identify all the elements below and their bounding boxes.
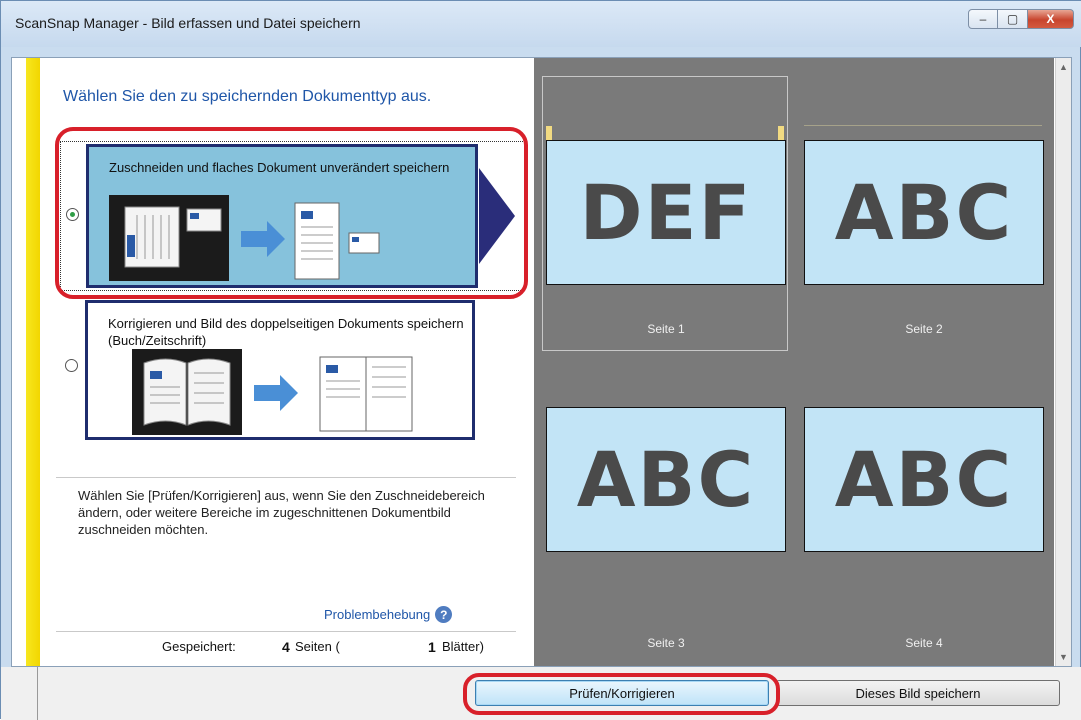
button-bar-separator (37, 667, 38, 720)
preview-pane: DEF Seite 1 ABC Seite 2 ABC Seite 3 ABC … (534, 58, 1054, 666)
window-title: ScanSnap Manager - Bild erfassen und Dat… (15, 15, 361, 31)
saved-pages-text: Seiten ( (295, 639, 340, 654)
thumbnail-page-4[interactable]: ABC (804, 407, 1044, 552)
option-book-document[interactable]: Korrigieren und Bild des doppelseitigen … (85, 300, 475, 440)
thumbnail-page-2[interactable]: ABC (804, 140, 1044, 285)
preview-scrollbar[interactable]: ▲ ▼ (1055, 58, 1071, 666)
highlight-frame-button (463, 673, 780, 715)
thumbnail-page-3[interactable]: ABC (546, 407, 786, 552)
divider-bottom (56, 631, 516, 632)
divider-top (56, 477, 516, 478)
saved-pages-count: 4 (282, 639, 290, 655)
minimize-button[interactable]: – (968, 9, 998, 29)
accent-bar (26, 58, 40, 666)
save-image-button[interactable]: Dieses Bild speichern (776, 680, 1060, 706)
help-icon: ? (435, 606, 453, 623)
scansnap-window: ScanSnap Manager - Bild erfassen und Dat… (0, 0, 1081, 720)
crop-marker-right (778, 126, 784, 140)
thumbnail-label-2: Seite 2 (905, 322, 943, 336)
maximize-button[interactable]: ▢ (998, 9, 1028, 29)
document-type-heading: Wählen Sie den zu speichernden Dokumentt… (63, 88, 432, 105)
document-type-pane: Wählen Sie den zu speichernden Dokumentt… (12, 58, 532, 666)
title-bar: ScanSnap Manager - Bild erfassen und Dat… (1, 1, 1081, 47)
saved-label: Gespeichert: (162, 639, 236, 654)
thumbnail-label-4: Seite 4 (905, 636, 943, 650)
thumbnail-page-1[interactable]: DEF (546, 140, 786, 285)
thumbnail-label-1: Seite 1 (647, 322, 685, 336)
option-book-document-label: Korrigieren und Bild des doppelseitigen … (108, 316, 464, 348)
saved-summary: Gespeichert: 4 Seiten ( 1 Blätter) (162, 639, 502, 659)
book-document-illustration (132, 349, 413, 435)
close-button[interactable]: X (1028, 9, 1074, 29)
highlight-frame-option (55, 127, 528, 299)
info-text: Wählen Sie [Prüfen/Korrigieren] aus, wen… (78, 488, 485, 537)
saved-sheets-text: Blätter) (442, 639, 484, 654)
scroll-down-icon[interactable]: ▼ (1059, 652, 1068, 662)
saved-sheets-count: 1 (428, 639, 436, 655)
troubleshooting-link[interactable]: Problembehebung ? (324, 606, 453, 623)
troubleshooting-label: Problembehebung (324, 607, 431, 622)
window-controls: – ▢ X (968, 9, 1074, 29)
client-area: Wählen Sie den zu speichernden Dokumentt… (11, 57, 1072, 667)
crop-marker-left (546, 126, 552, 140)
thumbnail-label-3: Seite 3 (647, 636, 685, 650)
scroll-up-icon[interactable]: ▲ (1059, 62, 1068, 72)
button-bar: Prüfen/Korrigieren Dieses Bild speichern (1, 667, 1081, 720)
page-edge-line (804, 125, 1042, 126)
radio-book-document[interactable] (65, 359, 78, 372)
